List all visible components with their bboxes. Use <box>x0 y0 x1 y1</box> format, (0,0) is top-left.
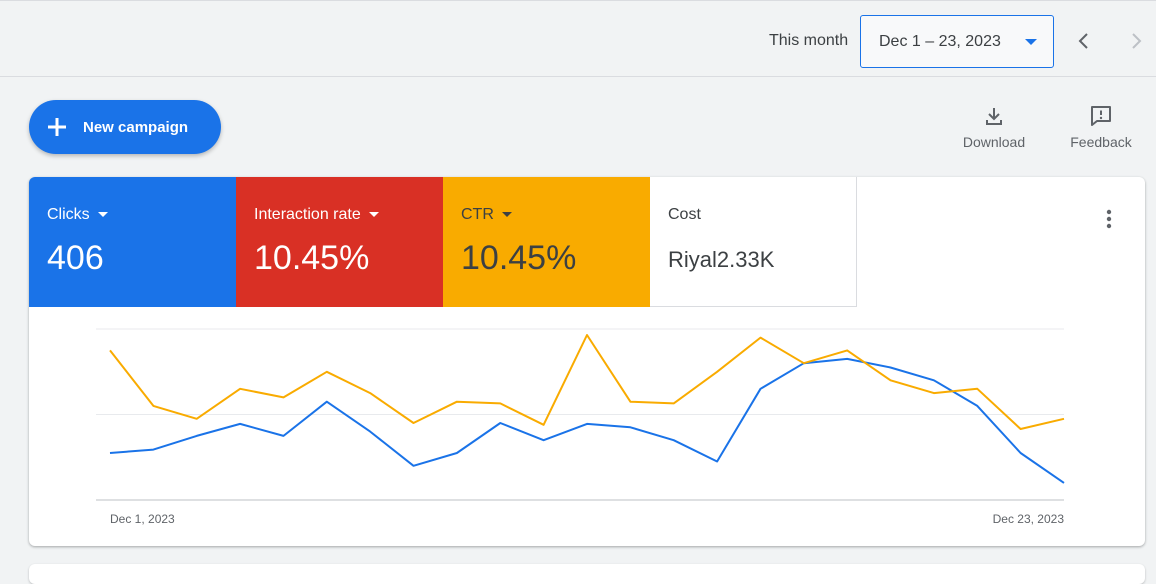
metric-value-clicks: 406 <box>47 239 104 277</box>
feedback-icon <box>1091 106 1111 126</box>
x-tick-label-end: Dec 23, 2023 <box>993 512 1065 526</box>
metric-tile-cost[interactable]: Cost Riyal2.33K <box>650 177 857 307</box>
more-options-button[interactable] <box>1099 207 1119 231</box>
dropdown-arrow-icon <box>1025 39 1037 45</box>
date-range-bar: This month Dec 1 – 23, 2023 <box>0 0 1156 77</box>
performance-card: Clicks 406 Interaction rate 10.45% CTR 1… <box>29 177 1145 546</box>
metric-tile-clicks[interactable]: Clicks 406 <box>29 177 236 307</box>
range-preset-label: This month <box>769 32 849 49</box>
date-range-picker[interactable]: Dec 1 – 23, 2023 <box>860 15 1054 68</box>
new-campaign-button[interactable]: New campaign <box>29 100 221 154</box>
plus-icon <box>48 118 66 136</box>
caret-down-icon <box>501 212 512 218</box>
metric-tile-ctr[interactable]: CTR 10.45% <box>443 177 650 307</box>
metric-label-interaction-rate: Interaction rate <box>254 206 379 224</box>
more-vert-icon <box>1106 209 1112 229</box>
next-card <box>29 564 1145 584</box>
metric-label-text: Clicks <box>47 206 90 223</box>
metric-value-interaction-rate: 10.45% <box>254 239 370 277</box>
new-campaign-label: New campaign <box>83 119 189 136</box>
metric-label-cost: Cost <box>668 206 701 223</box>
x-tick-label-start: Dec 1, 2023 <box>110 512 175 526</box>
metric-label-text: CTR <box>461 206 494 223</box>
download-icon <box>986 108 1002 125</box>
metric-tile-interaction-rate[interactable]: Interaction rate 10.45% <box>236 177 443 307</box>
chevron-right-icon <box>1132 33 1142 49</box>
metric-value-cost: Riyal2.33K <box>668 247 775 272</box>
metric-label-text: Interaction rate <box>254 206 361 223</box>
caret-down-icon <box>97 212 108 218</box>
download-label: Download <box>962 134 1026 150</box>
caret-down-icon <box>368 212 379 218</box>
performance-line-chart: Dec 1, 2023 Dec 23, 2023 <box>96 328 1065 526</box>
date-range-value: Dec 1 – 23, 2023 <box>879 33 1001 50</box>
metric-label-ctr: CTR <box>461 206 512 224</box>
chevron-left-icon <box>1078 33 1088 49</box>
feedback-button[interactable]: Feedback <box>1061 104 1141 154</box>
next-period-button[interactable] <box>1124 27 1148 55</box>
feedback-label: Feedback <box>1070 134 1132 150</box>
series-line-clicks <box>109 357 1065 484</box>
metric-label-clicks: Clicks <box>47 206 108 224</box>
download-button[interactable]: Download <box>954 104 1034 154</box>
metric-value-ctr: 10.45% <box>461 239 577 277</box>
previous-period-button[interactable] <box>1072 27 1096 55</box>
